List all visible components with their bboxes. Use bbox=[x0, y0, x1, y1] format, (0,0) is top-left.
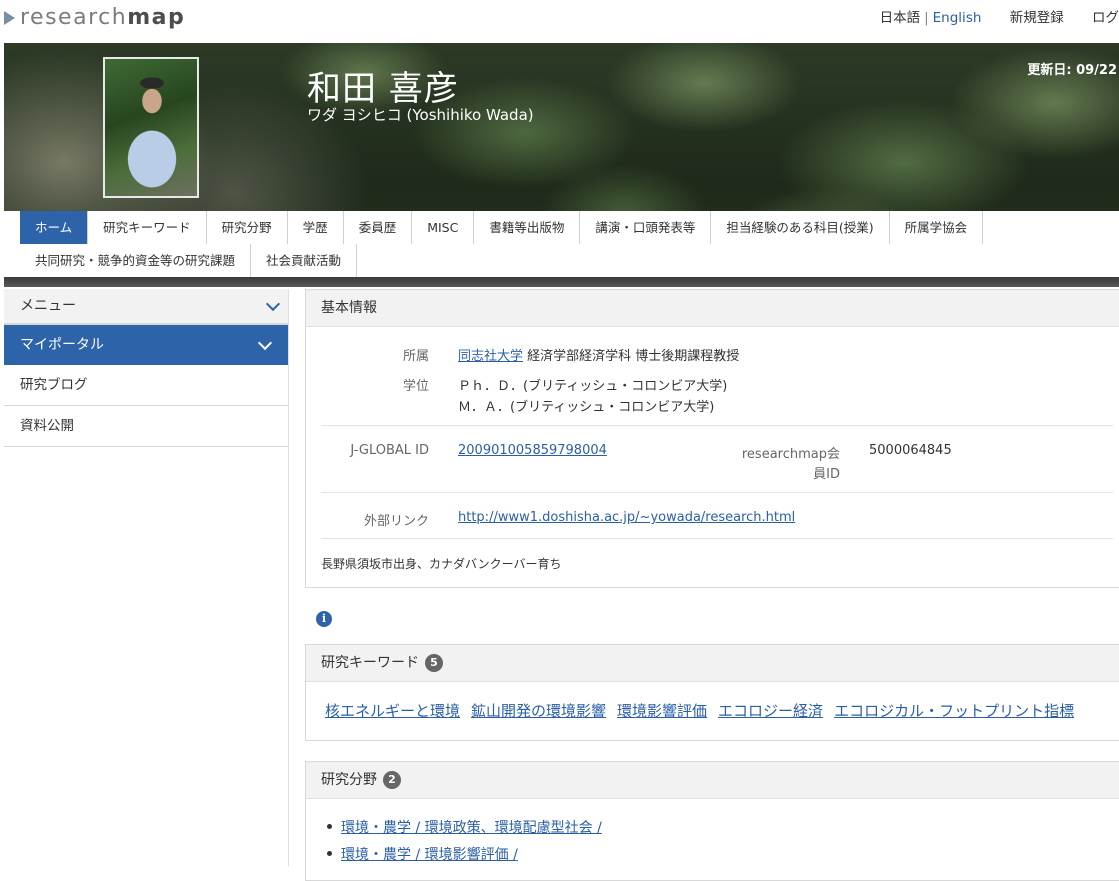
nav-tab[interactable]: MISC bbox=[412, 211, 475, 244]
divider bbox=[321, 492, 1113, 493]
nav-tab[interactable]: 担当経験のある科目(授業) bbox=[711, 211, 890, 244]
logo-triangle-icon bbox=[4, 10, 15, 25]
keywords-panel: 研究キーワード 5 bbox=[305, 644, 1119, 741]
nav-tab[interactable]: 学歴 bbox=[288, 211, 344, 244]
chevron-down-icon bbox=[257, 335, 273, 351]
researcher-kana: ワダ ヨシヒコ (Yoshihiko Wada) bbox=[307, 106, 534, 124]
nav-tab[interactable]: 所属学協会 bbox=[890, 211, 984, 244]
rm-id-label-2: 員ID bbox=[813, 467, 840, 482]
nav-tab[interactable]: 社会貢献活動 bbox=[251, 244, 358, 277]
field-item: 環境・農学 / 環境影響評価 / bbox=[327, 844, 518, 864]
degree-1: Ｐｈ．Ｄ．(ブリティッシュ・コロンビア大学) bbox=[458, 379, 728, 394]
keyword-link[interactable]: 鉱山開発の環境影響 bbox=[471, 702, 606, 720]
researcher-name: 和田 喜彦 bbox=[307, 69, 459, 109]
menu-toggle[interactable]: メニュー bbox=[4, 289, 288, 325]
external-link[interactable]: http://www1.doshisha.ac.jp/~yowada/resea… bbox=[458, 510, 795, 525]
my-portal-toggle[interactable]: マイポータル bbox=[4, 325, 288, 365]
field-link[interactable]: 環境・農学 / 環境政策、環境配慮型社会 / bbox=[341, 820, 602, 836]
sidebar: メニュー マイポータル 研究ブログ 資料公開 bbox=[4, 289, 289, 866]
divider bbox=[321, 538, 1113, 539]
profile-nav: ホーム 研究キーワード 研究分野 学歴 委員歴 MISC 書籍等出版物 講演・口頭発表等 担当経… bbox=[4, 211, 1119, 279]
main-content: 基本情報 所属 同志社大学 経済学部経済学科 博士後期課程教授 学位 Ｐｈ．Ｄ．… bbox=[305, 289, 1119, 881]
profile-photo bbox=[103, 57, 199, 198]
menu-label: メニュー bbox=[20, 298, 76, 314]
bio-text: 長野県須坂市出身、カナダバンクーバー育ち bbox=[321, 557, 562, 571]
affiliation-label: 所属 bbox=[402, 349, 429, 364]
lang-separator: | bbox=[924, 10, 929, 26]
field-item: 環境・農学 / 環境政策、環境配慮型社会 / bbox=[327, 817, 602, 837]
login-link[interactable]: ログ bbox=[1092, 10, 1119, 26]
nav-tab[interactable]: ホーム bbox=[20, 211, 89, 244]
lang-english-link[interactable]: English bbox=[933, 10, 982, 26]
jglobal-id-link[interactable]: 200901005859798004 bbox=[458, 443, 607, 458]
updated-date: 更新日: 09/22 bbox=[1027, 63, 1117, 78]
nav-tab[interactable]: 書籍等出版物 bbox=[474, 211, 581, 244]
sidebar-item-blog[interactable]: 研究ブログ bbox=[4, 365, 288, 406]
researchmap-logo[interactable]: researchmap bbox=[4, 5, 185, 30]
fields-heading: 研究分野 2 bbox=[306, 762, 1119, 799]
affiliation-link[interactable]: 同志社大学 bbox=[458, 349, 523, 364]
nav-tab[interactable]: 研究キーワード bbox=[88, 211, 207, 244]
bullet bbox=[327, 824, 332, 829]
top-bar: researchmap 日本語 | English 新規登録 ログ bbox=[0, 0, 1119, 42]
keyword-link[interactable]: 核エネルギーと環境 bbox=[325, 702, 460, 720]
external-link-label: 外部リンク bbox=[363, 514, 429, 529]
rm-id-value: 5000064845 bbox=[869, 443, 952, 458]
field-link[interactable]: 環境・農学 / 環境影響評価 / bbox=[341, 847, 518, 863]
divider bbox=[321, 425, 1113, 426]
chevron-down-icon bbox=[265, 296, 281, 312]
nav-tab[interactable]: 委員歴 bbox=[344, 211, 413, 244]
sidebar-item-materials[interactable]: 資料公開 bbox=[4, 406, 288, 447]
keywords-title: 研究キーワード bbox=[321, 655, 419, 671]
keyword-link[interactable]: 環境影響評価 bbox=[617, 702, 707, 720]
degree-2: Ｍ．Ａ．(ブリティッシュ・コロンビア大学) bbox=[458, 400, 715, 415]
fields-count-badge: 2 bbox=[383, 771, 401, 789]
top-links: 日本語 | English 新規登録 ログ bbox=[880, 6, 1119, 26]
register-link[interactable]: 新規登録 bbox=[1010, 10, 1064, 26]
nav-shadow bbox=[4, 277, 1119, 287]
my-portal-label: マイポータル bbox=[20, 337, 104, 353]
keyword-link[interactable]: エコロジー経済 bbox=[718, 702, 823, 720]
fields-title: 研究分野 bbox=[321, 772, 377, 788]
nav-row-1: ホーム 研究キーワード 研究分野 学歴 委員歴 MISC 書籍等出版物 講演・口頭発表等 担当経… bbox=[20, 211, 984, 244]
nav-tab[interactable]: 研究分野 bbox=[207, 211, 288, 244]
basic-info-heading: 基本情報 bbox=[306, 290, 1119, 327]
keyword-list: 核エネルギーと環境 鉱山開発の環境影響 環境影響評価 エコロジー経済 エコロジカル・フッ… bbox=[325, 700, 1085, 721]
logo-text: researchmap bbox=[20, 5, 186, 30]
lang-japanese[interactable]: 日本語 bbox=[880, 10, 921, 26]
degree-label: 学位 bbox=[402, 379, 429, 394]
basic-info-panel: 基本情報 所属 同志社大学 経済学部経済学科 博士後期課程教授 学位 Ｐｈ．Ｄ．… bbox=[305, 289, 1119, 588]
bullet bbox=[327, 851, 332, 856]
nav-tab[interactable]: 講演・口頭発表等 bbox=[580, 211, 712, 244]
nav-tab[interactable]: 共同研究・競争的資金等の研究課題 bbox=[20, 244, 252, 277]
keyword-link[interactable]: エコロジカル・フットプリント指標 bbox=[834, 702, 1074, 720]
nav-row-2: 共同研究・競争的資金等の研究課題 社会貢献活動 bbox=[20, 244, 358, 277]
affiliation-rest: 経済学部経済学科 博士後期課程教授 bbox=[527, 349, 740, 364]
keywords-count-badge: 5 bbox=[425, 654, 443, 672]
jglobal-label: J-GLOBAL ID bbox=[350, 443, 429, 458]
affiliation-value: 同志社大学 経済学部経済学科 博士後期課程教授 bbox=[458, 345, 739, 364]
info-icon[interactable]: i bbox=[316, 611, 332, 627]
rm-id-label-1: researchmap会 bbox=[741, 447, 840, 462]
keywords-heading: 研究キーワード 5 bbox=[306, 645, 1119, 682]
